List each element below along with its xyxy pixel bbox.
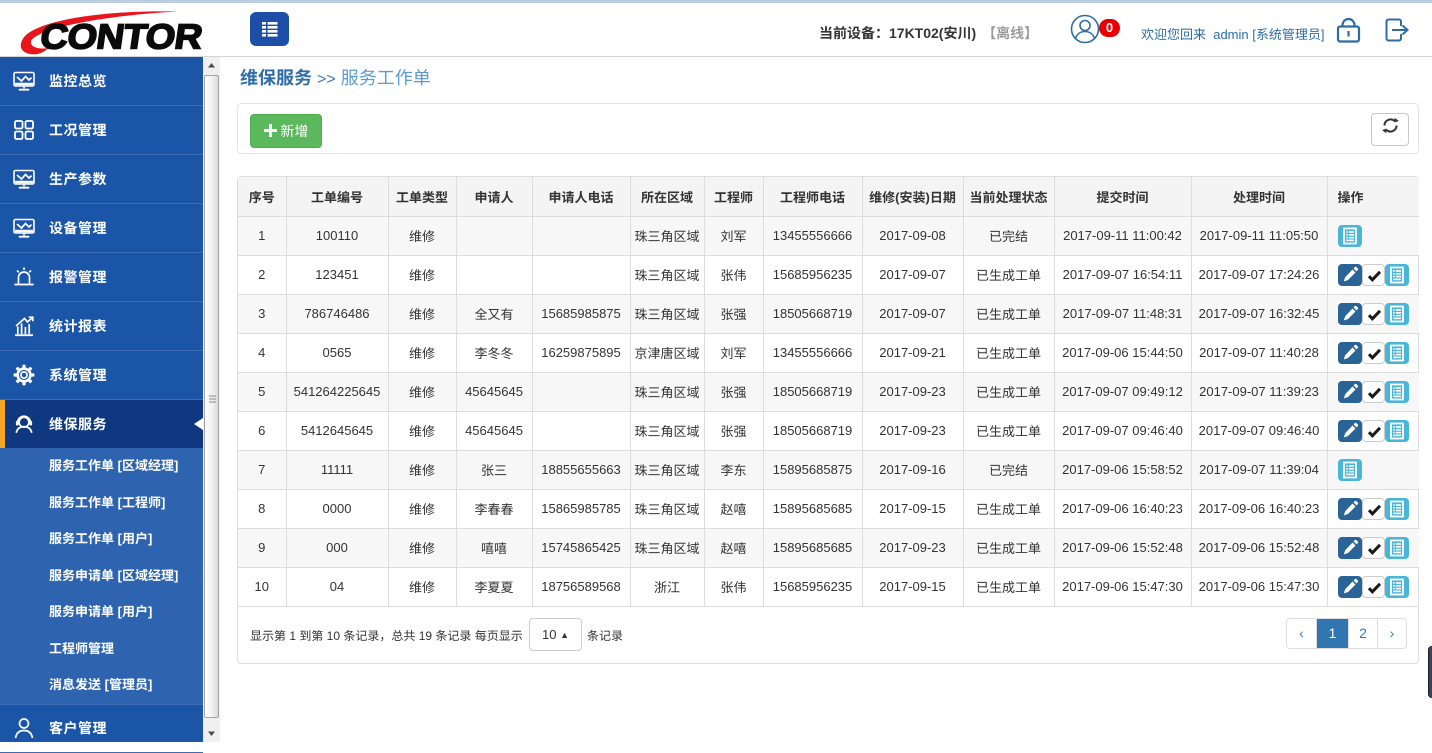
- svg-text:CONTOR: CONTOR: [38, 17, 205, 56]
